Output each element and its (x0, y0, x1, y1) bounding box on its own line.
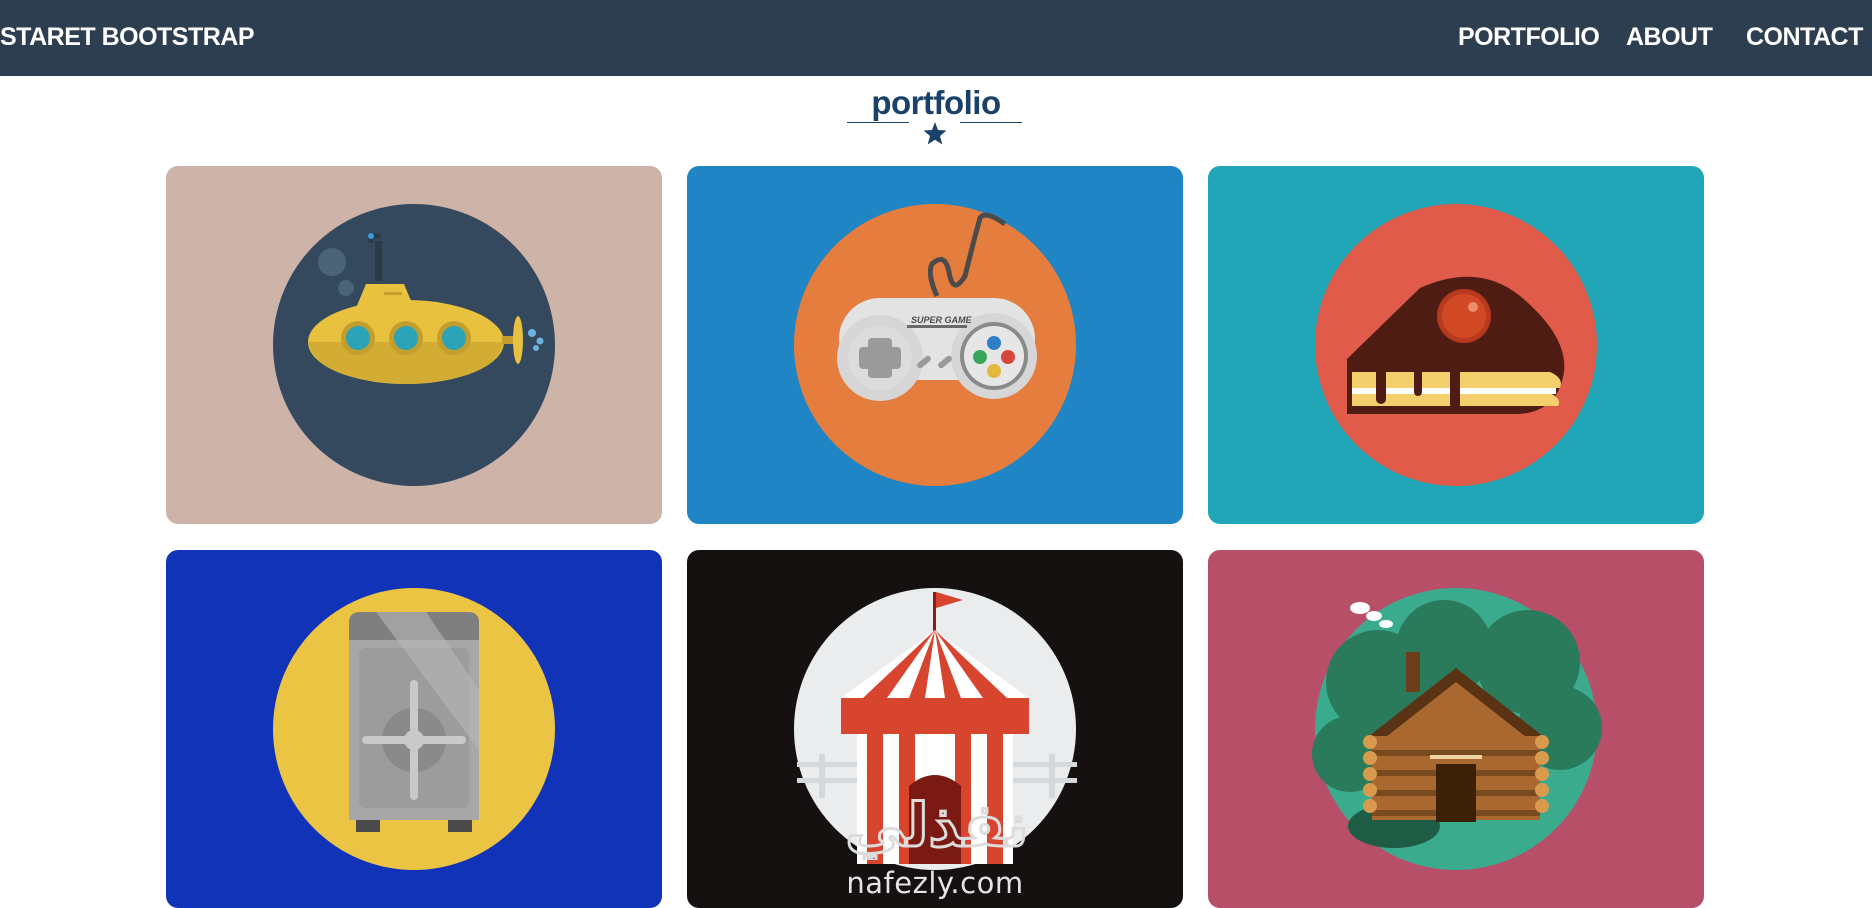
divider-line-right (960, 122, 1022, 123)
portfolio-item-safe[interactable] (166, 550, 662, 908)
divider-line-left (847, 122, 909, 123)
nav-link-portfolio[interactable]: PORTFOLIO (1458, 0, 1600, 76)
portfolio-item-cake[interactable] (1208, 166, 1704, 524)
svg-text:SUPER GAME: SUPER GAME (911, 315, 973, 325)
navbar: STARET BOOTSTRAP PORTFOLIO ABOUT CONTACT (0, 0, 1872, 76)
brand-link[interactable]: STARET BOOTSTRAP (0, 0, 255, 76)
nav-link-contact[interactable]: CONTACT (1746, 0, 1863, 76)
portfolio-item-controller[interactable]: SUPER GAME (687, 166, 1183, 524)
watermark-logo: نفذلي (844, 790, 1031, 861)
portfolio-item-cabin[interactable] (1208, 550, 1704, 908)
nav-link-about[interactable]: ABOUT (1626, 0, 1713, 76)
svg-text:نفذلي: نفذلي (845, 791, 1029, 860)
section-heading: portfolio (871, 84, 1001, 121)
safe-icon (349, 612, 479, 832)
portfolio-item-submarine[interactable] (166, 166, 662, 524)
watermark-text: nafezly.com (846, 866, 1024, 900)
star-icon (923, 122, 947, 145)
